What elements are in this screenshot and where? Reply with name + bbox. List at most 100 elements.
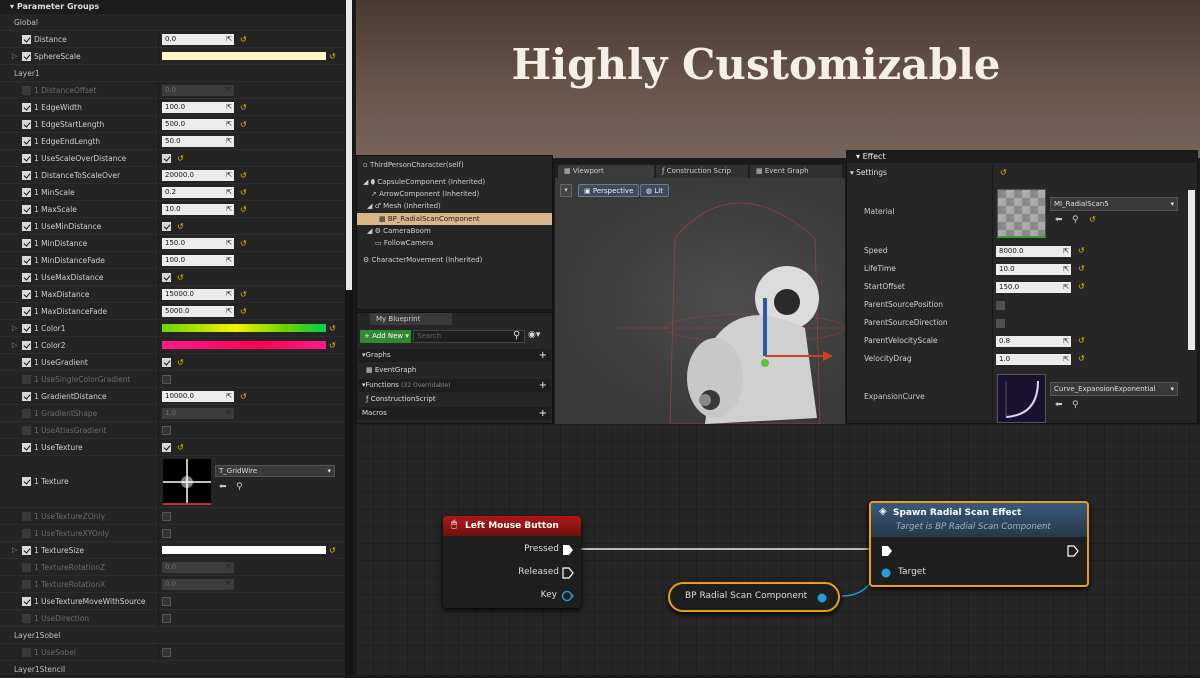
override-checkbox[interactable] [22, 86, 31, 95]
reset-icon[interactable]: ↺ [240, 116, 247, 133]
param-value-checkbox[interactable] [162, 273, 171, 282]
effect-param-input[interactable]: 1.0 [996, 354, 1071, 365]
use-selected-icon[interactable]: ⬅ [1055, 400, 1063, 410]
component-capsule[interactable]: ◢ ⬮ CapsuleComponent (Inherited) [357, 176, 552, 188]
override-checkbox[interactable] [22, 443, 31, 452]
texture-thumbnail[interactable] [163, 459, 211, 505]
param-value-input[interactable]: 0.0 [162, 85, 234, 96]
scrollbar-thumb[interactable] [346, 0, 352, 290]
browse-icon[interactable]: ⚲ [236, 482, 243, 492]
param-value-checkbox[interactable] [162, 529, 171, 538]
effect-param-input[interactable]: 10.0 [996, 264, 1071, 275]
override-checkbox[interactable] [22, 324, 31, 333]
perspective-button[interactable]: ▣ Perspective [578, 184, 640, 197]
component-mesh[interactable]: ◢ ♂ Mesh (Inherited) [357, 200, 552, 212]
override-checkbox[interactable] [22, 239, 31, 248]
param-value-input[interactable]: 0.0 [162, 579, 234, 590]
param-value-input[interactable]: 0.0 [162, 562, 234, 573]
eye-icon[interactable]: ◉▾ [528, 330, 540, 340]
reset-icon[interactable]: ↺ [1078, 242, 1085, 260]
override-checkbox[interactable] [22, 256, 31, 265]
component-cameraboom[interactable]: ◢ ⚙ CameraBoom [357, 225, 552, 237]
reset-icon[interactable]: ↺ [177, 269, 184, 286]
tab-event-graph[interactable]: ▦ Event Graph [750, 165, 842, 178]
material-reset-icon[interactable]: ↺ [1089, 215, 1096, 224]
override-checkbox[interactable] [22, 409, 31, 418]
param-value-checkbox[interactable] [162, 614, 171, 623]
exec-pin-icon[interactable] [562, 544, 574, 556]
settings-reset-icon[interactable]: ↺ [1000, 168, 1007, 177]
override-checkbox[interactable] [22, 392, 31, 401]
reset-icon[interactable]: ↺ [240, 303, 247, 320]
override-checkbox[interactable] [22, 529, 31, 538]
bp-radial-scan-component-node[interactable]: BP Radial Scan Component [668, 582, 840, 612]
param-value-checkbox[interactable] [162, 426, 171, 435]
reset-icon[interactable]: ↺ [240, 201, 247, 218]
left-mouse-button-node[interactable]: 🖱 Left Mouse Button Pressed Released Key [443, 516, 581, 608]
param-value-checkbox[interactable] [162, 648, 171, 657]
graphs-section[interactable]: ▾Graphs + [358, 349, 551, 362]
use-selected-icon[interactable]: ⬅ [1055, 215, 1063, 225]
effect-param-checkbox[interactable] [996, 301, 1005, 310]
override-checkbox[interactable] [22, 307, 31, 316]
exec-out-pin-icon[interactable] [1067, 545, 1079, 557]
override-checkbox[interactable] [22, 205, 31, 214]
param-value-input[interactable]: 150.0 [162, 238, 234, 249]
param-value-checkbox[interactable] [162, 358, 171, 367]
search-icon[interactable]: ⚲ [513, 330, 520, 341]
effect-param-checkbox[interactable] [996, 319, 1005, 328]
material-thumbnail[interactable] [997, 189, 1046, 238]
param-value-input[interactable]: 10000.0 [162, 391, 234, 402]
override-checkbox[interactable] [22, 597, 31, 606]
effect-scrollbar-thumb[interactable] [1188, 190, 1195, 350]
component-radial-scan[interactable]: ▦ BP_RadialScanComponent [357, 213, 552, 225]
event-graph-item[interactable]: ▦ EventGraph [358, 364, 551, 377]
override-checkbox[interactable] [22, 426, 31, 435]
effect-param-input[interactable]: 150.0 [996, 282, 1071, 293]
macros-section[interactable]: Macros + [358, 407, 551, 420]
add-function-icon[interactable]: + [539, 379, 547, 392]
settings-category[interactable]: ▾ Settings [850, 168, 887, 177]
reset-icon[interactable]: ↺ [329, 337, 336, 354]
reset-icon[interactable]: ↺ [177, 439, 184, 456]
override-checkbox[interactable] [22, 120, 31, 129]
param-group-layer1[interactable]: Layer1 [0, 65, 345, 82]
material-picker[interactable]: MI_RadialScan5 ▾ [1050, 197, 1178, 211]
override-checkbox[interactable] [22, 222, 31, 231]
component-followcamera[interactable]: ▭ FollowCamera [357, 237, 552, 249]
reset-icon[interactable]: ↺ [329, 48, 336, 65]
param-value-input[interactable]: 500.0 [162, 119, 234, 130]
add-macro-icon[interactable]: + [539, 407, 547, 420]
override-checkbox[interactable] [22, 52, 31, 61]
override-checkbox[interactable] [22, 614, 31, 623]
component-arrow[interactable]: ➚ ArrowComponent (Inherited) [357, 188, 552, 200]
component-movement[interactable]: ⚙ CharacterMovement (Inherited) [357, 254, 552, 266]
viewport-canvas[interactable] [555, 178, 845, 424]
override-checkbox[interactable] [22, 137, 31, 146]
param-value-input[interactable]: 15000.0 [162, 289, 234, 300]
effect-param-input[interactable]: 0.8 [996, 336, 1071, 347]
browse-icon[interactable]: ⚲ [1072, 400, 1079, 410]
param-value-input[interactable]: 50.0 [162, 136, 234, 147]
expand-arrow-icon[interactable]: ▷ [12, 337, 17, 354]
override-checkbox[interactable] [22, 188, 31, 197]
override-checkbox[interactable] [22, 512, 31, 521]
browse-icon[interactable]: ⚲ [1072, 215, 1079, 225]
param-value-checkbox[interactable] [162, 443, 171, 452]
reset-icon[interactable]: ↺ [240, 99, 247, 116]
expand-arrow-icon[interactable]: ▷ [12, 542, 17, 559]
color-swatch[interactable] [162, 341, 326, 349]
override-checkbox[interactable] [22, 580, 31, 589]
reset-icon[interactable]: ↺ [240, 235, 247, 252]
reset-icon[interactable]: ↺ [329, 320, 336, 337]
tab-viewport[interactable]: ▦ Viewport [558, 165, 654, 178]
param-group-global[interactable]: Global [0, 14, 345, 31]
texture-picker[interactable]: T_GridWire ▾ [215, 465, 335, 477]
param-value-input[interactable]: 100.0 [162, 102, 234, 113]
param-value-input[interactable]: 5000.0 [162, 306, 234, 317]
color-swatch[interactable] [162, 52, 326, 60]
reset-icon[interactable]: ↺ [240, 184, 247, 201]
param-value-input[interactable]: 10.0 [162, 204, 234, 215]
tab-my-blueprint[interactable]: My Blueprint [370, 313, 452, 325]
construction-script-item[interactable]: ƒ ConstructionScript [358, 393, 551, 406]
